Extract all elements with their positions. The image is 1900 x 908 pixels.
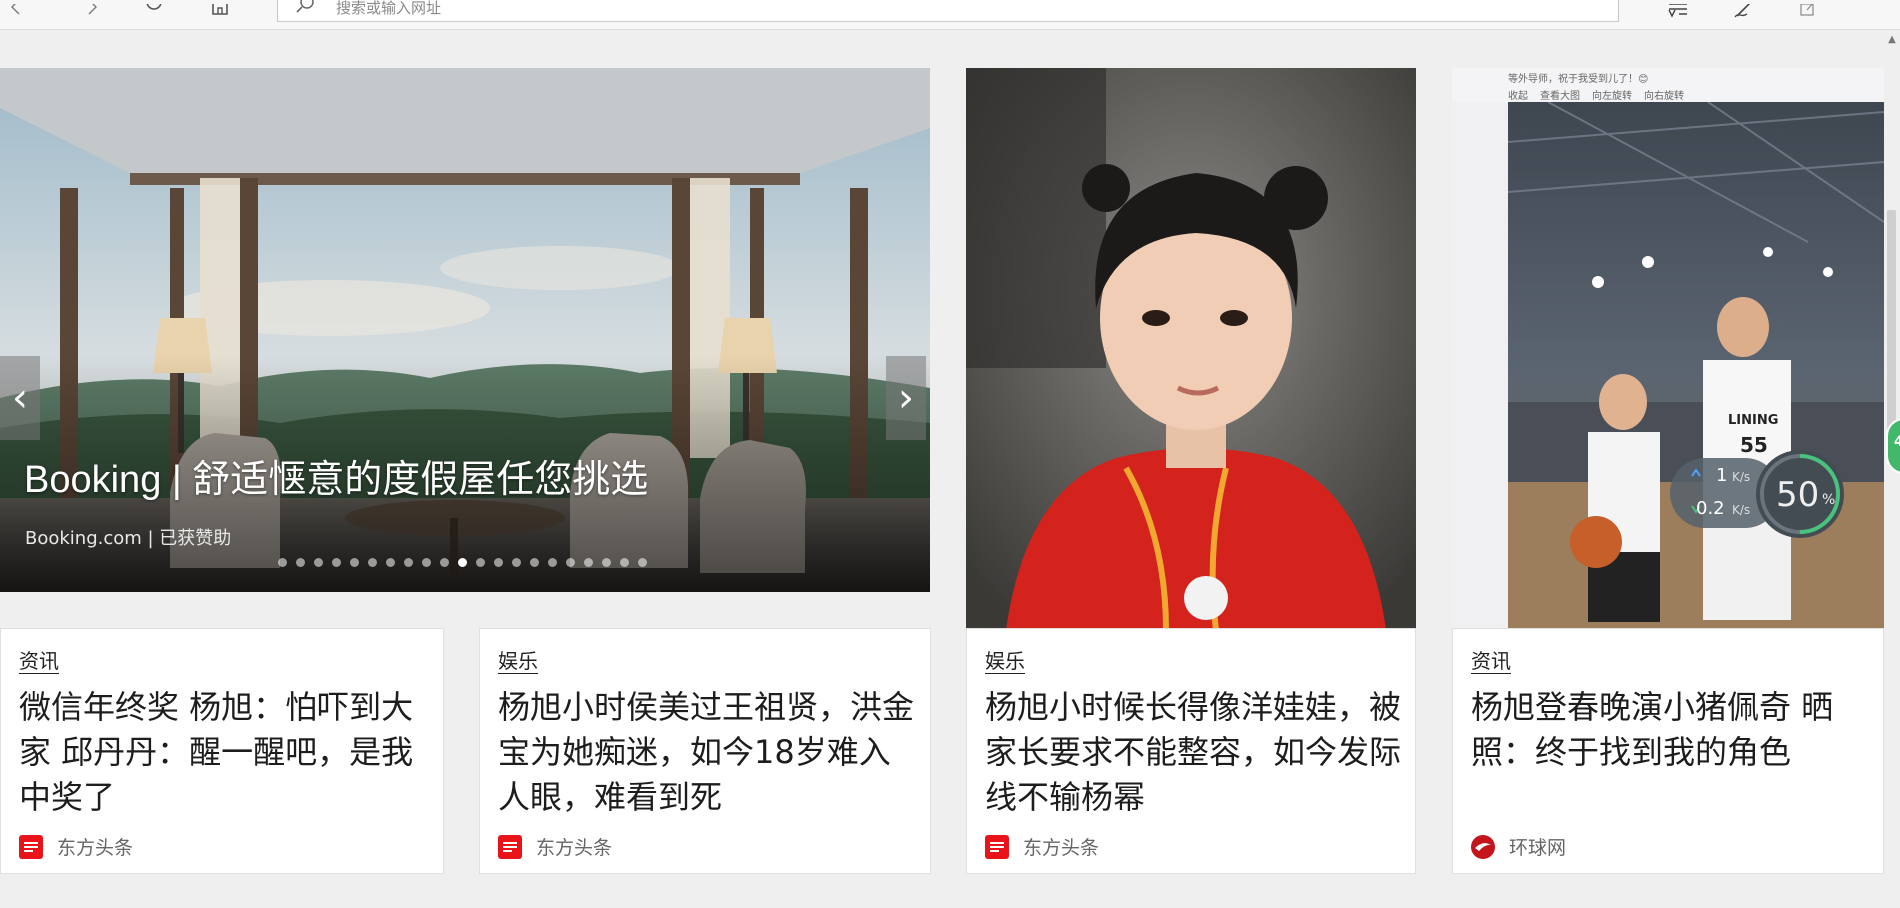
carousel-dot[interactable] [512,558,521,567]
jersey-brand: LINING [1728,413,1778,428]
hero-sponsor: Booking.com | 已获赞助 [25,528,232,549]
card-category[interactable]: 资讯 [1471,649,1511,674]
card-source[interactable]: 东方头条 [985,833,1099,860]
carousel-dot[interactable] [278,558,287,567]
toutiao-logo-icon [19,834,43,859]
carousel-dot[interactable] [566,558,575,567]
rotate-right-action[interactable]: 向右旋转 [1644,87,1684,102]
resort-room-image [0,68,930,592]
network-speed-widget[interactable]: 1 K/s 0.2 K/s 50 % [1668,446,1846,542]
carousel-dot[interactable] [638,558,647,567]
share-icon[interactable] [1794,0,1822,22]
address-bar[interactable]: 搜索或输入网址 [277,0,1619,22]
carousel-dot[interactable] [296,558,305,567]
toutiao-logo-icon [985,834,1009,859]
back-icon[interactable] [4,0,32,22]
carousel-dot[interactable] [386,558,395,567]
basketball-photo[interactable]: 等外导师，祝于我受到儿了！😊 收起 查看大图 向左旋转 向右旋转 LINING [1452,68,1884,630]
address-placeholder: 搜索或输入网址 [336,0,442,17]
carousel-dot[interactable] [440,558,449,567]
news-card[interactable]: 资讯 杨旭登春晚演小猪佩奇 晒照：终于找到我的角色 环球网 [1452,628,1884,874]
carousel-dot[interactable] [548,558,557,567]
card-title[interactable]: 微信年终奖 杨旭：怕吓到大家 邱丹丹：醒一醒吧，是我中奖了 [19,685,429,820]
svg-text:1: 1 [1716,465,1727,486]
home-icon[interactable] [206,0,234,22]
floating-side-widget[interactable]: 4 [1886,418,1900,474]
card-source[interactable]: 东方头条 [498,833,612,860]
browser-toolbar: 搜索或输入网址 [0,0,1900,30]
svg-text:K/s: K/s [1732,503,1750,517]
svg-text:%: % [1822,492,1835,508]
girl-photo-image [966,68,1416,630]
basketball-photo-image: LINING 55 [1508,102,1884,630]
carousel-dot[interactable] [530,558,539,567]
pen-icon[interactable] [1730,0,1758,22]
carousel-dot[interactable] [602,558,611,567]
hero-carousel[interactable]: ‹ › [0,68,930,592]
card-source[interactable]: 环球网 [1471,833,1566,860]
card-category[interactable]: 资讯 [19,649,59,674]
view-large-action[interactable]: 查看大图 [1540,87,1580,102]
toutiao-logo-icon [498,834,522,859]
carousel-dot[interactable] [620,558,629,567]
favorites-list-icon[interactable] [1664,0,1692,22]
svg-text:0.2: 0.2 [1696,498,1725,519]
hero-title[interactable]: Booking | 舒适惬意的度假屋任您挑选 [24,448,648,503]
carousel-dot[interactable] [368,558,377,567]
rotate-left-action[interactable]: 向左旋转 [1592,87,1632,102]
card-title[interactable]: 杨旭登春晚演小猪佩奇 晒照：终于找到我的角色 [1471,685,1869,775]
carousel-dot[interactable] [422,558,431,567]
news-card[interactable]: 娱乐 杨旭小时候长得像洋娃娃，被家长要求不能整容，如今发际线不输杨幂 东方头条 [966,628,1416,874]
carousel-dot[interactable] [494,558,503,567]
carousel-dot[interactable] [404,558,413,567]
scrollbar-thumb[interactable] [1887,210,1896,450]
carousel-prev-button[interactable]: ‹ [0,356,40,440]
carousel-dot[interactable] [350,558,359,567]
carousel-next-button[interactable]: › [886,356,926,440]
image-viewer-toolbar: 等外导师，祝于我受到儿了！😊 收起 查看大图 向左旋转 向右旋转 [1452,68,1884,102]
news-card[interactable]: 资讯 微信年终奖 杨旭：怕吓到大家 邱丹丹：醒一醒吧，是我中奖了 东方头条 [0,628,444,874]
scroll-up-arrow-icon[interactable]: ▲ [1884,34,1900,48]
collapse-action[interactable]: 收起 [1508,87,1528,102]
svg-text:50: 50 [1776,475,1819,515]
huanqiu-logo-icon [1471,834,1495,859]
carousel-dot[interactable] [476,558,485,567]
carousel-dot[interactable] [314,558,323,567]
news-card[interactable]: 娱乐 杨旭小时侯美过王祖贤，洪金宝为她痴迷，如今18岁难入人眼，难看到死 东方头… [479,628,931,874]
card-category[interactable]: 娱乐 [498,649,538,674]
carousel-dot[interactable] [584,558,593,567]
card-source[interactable]: 东方头条 [19,833,133,860]
girl-photo[interactable] [966,68,1416,630]
search-icon [296,0,314,13]
card-title[interactable]: 杨旭小时侯美过王祖贤，洪金宝为她痴迷，如今18岁难入人眼，难看到死 [498,685,916,820]
carousel-dot[interactable] [458,558,467,567]
forward-icon[interactable] [78,0,106,22]
card-title[interactable]: 杨旭小时候长得像洋娃娃，被家长要求不能整容，如今发际线不输杨幂 [985,685,1401,820]
card-category[interactable]: 娱乐 [985,649,1025,674]
carousel-indicators [278,558,647,567]
carousel-dot[interactable] [332,558,341,567]
svg-text:K/s: K/s [1732,470,1750,484]
refresh-icon[interactable] [140,0,168,22]
